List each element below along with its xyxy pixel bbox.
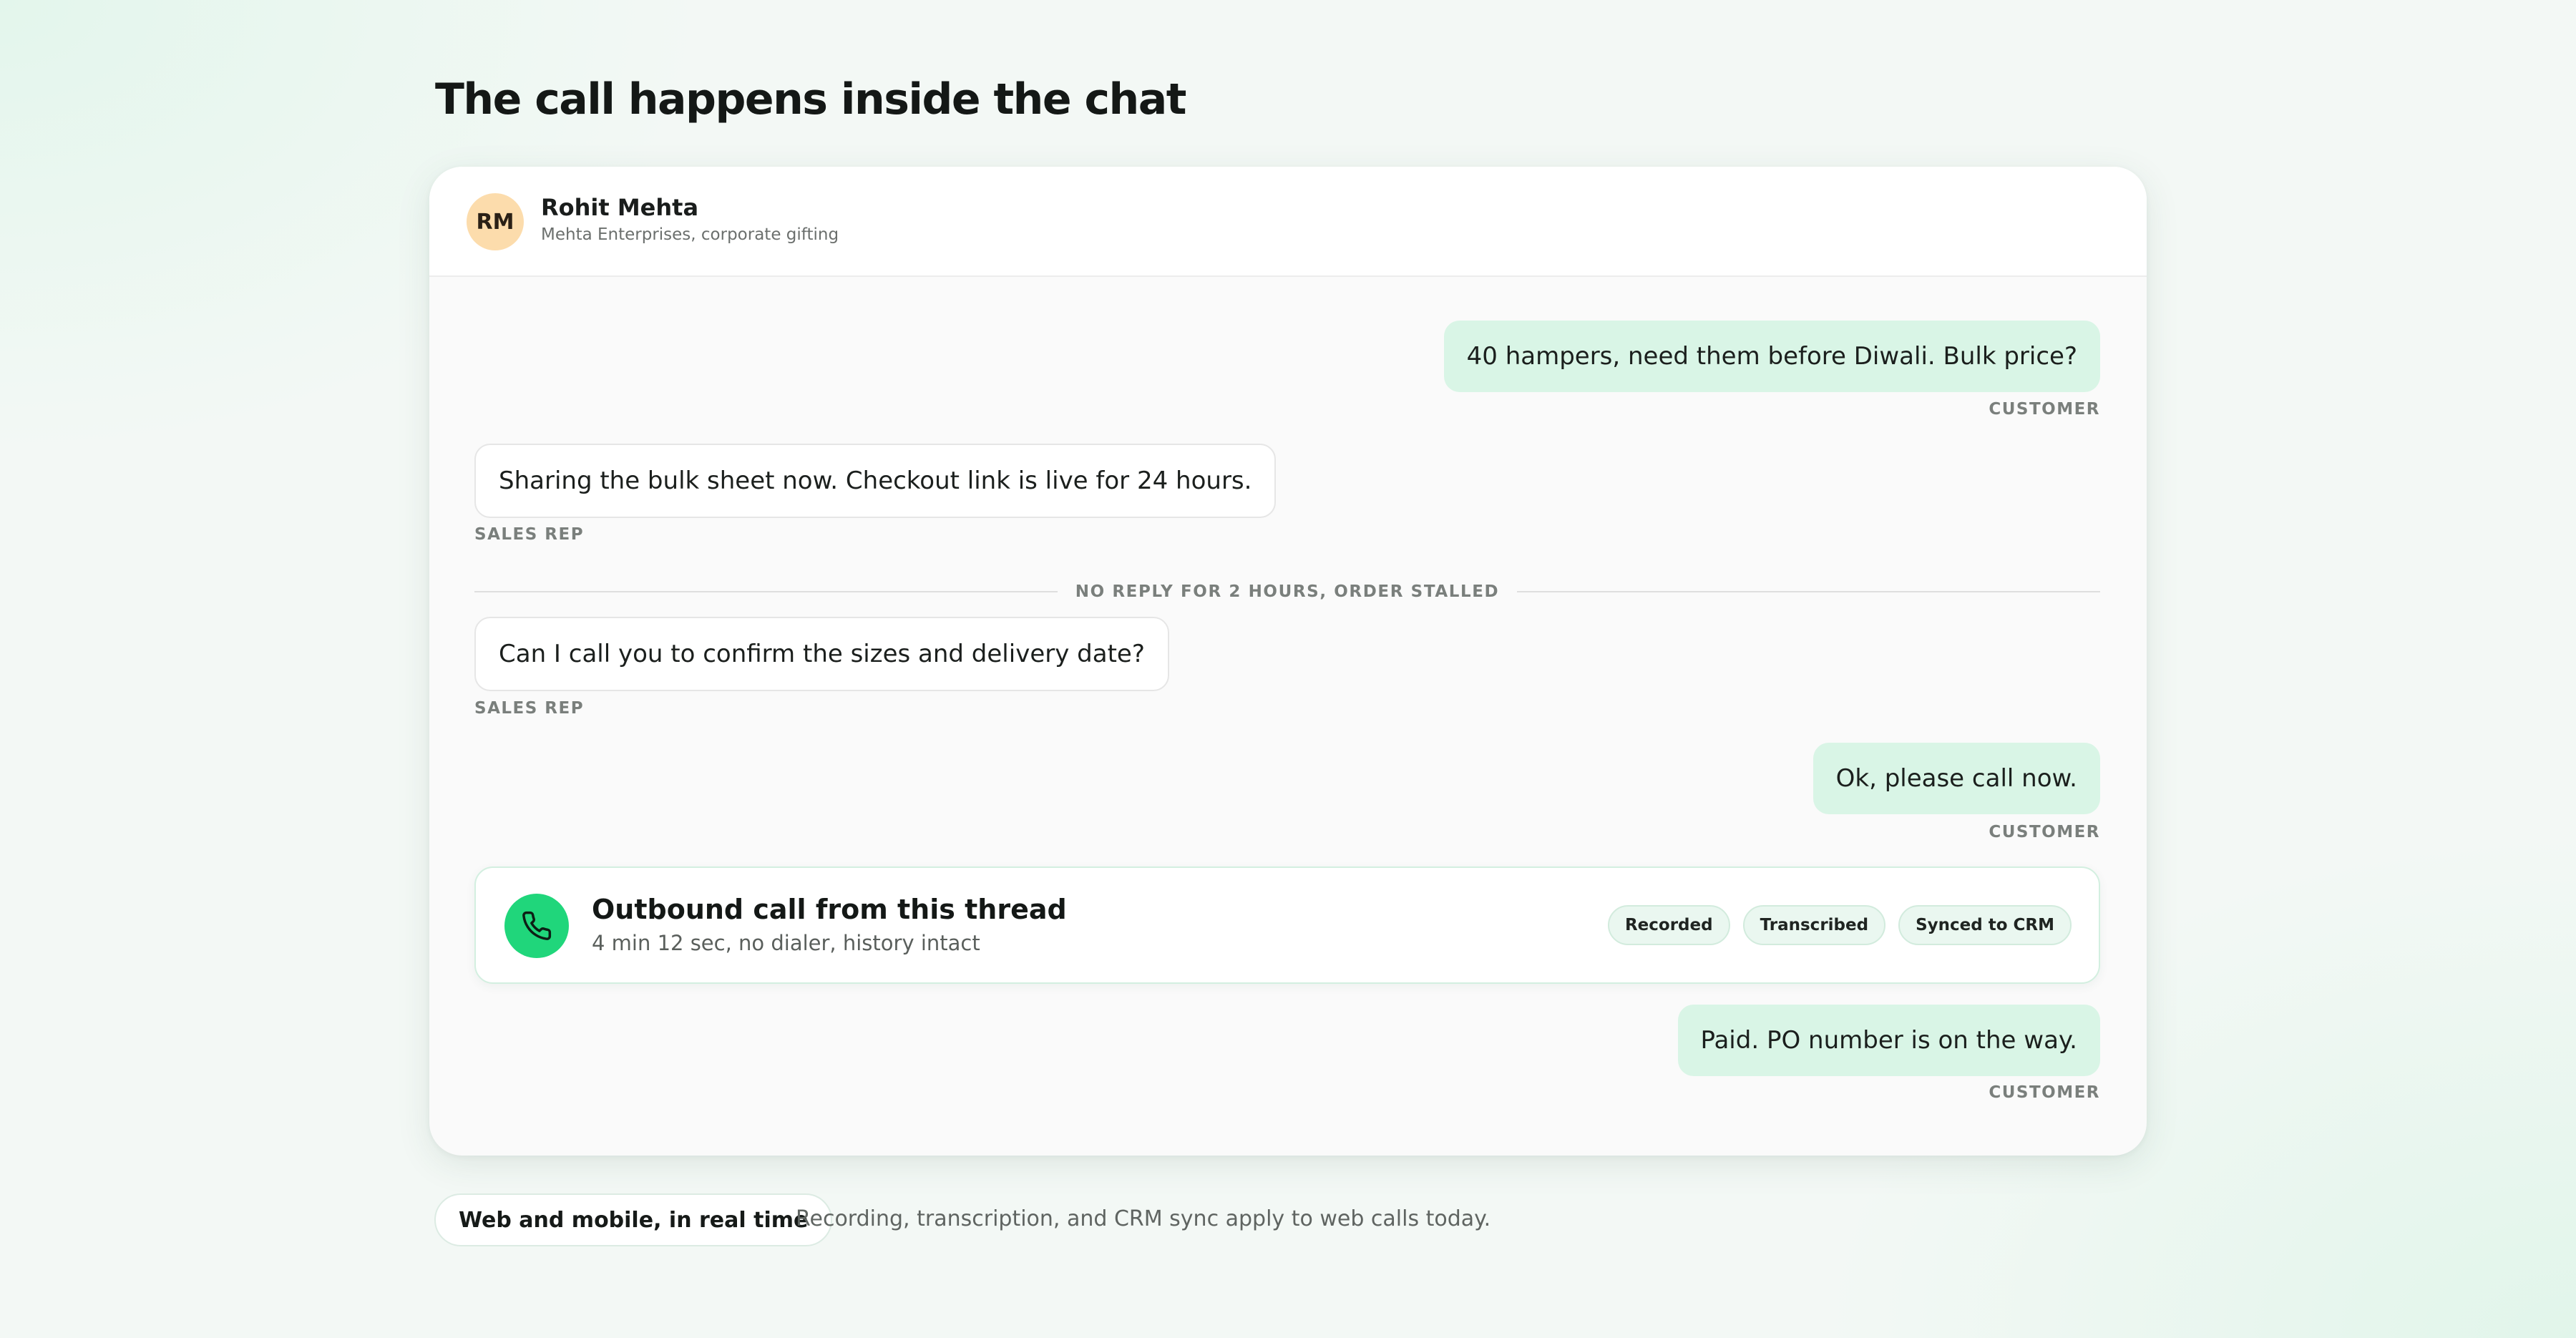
sender-label: CUSTOMER [1989, 823, 2100, 841]
sender-label: SALES REP [474, 699, 585, 718]
platform-pill: Web and mobile, in real time [434, 1193, 833, 1246]
divider-label: NO REPLY FOR 2 HOURS, ORDER STALLED [1075, 582, 1500, 601]
chat-header: RM Rohit Mehta Mehta Enterprises, corpor… [429, 167, 2147, 277]
call-title: Outbound call from this thread [592, 894, 1067, 925]
call-card[interactable]: Outbound call from this thread 4 min 12 … [474, 866, 2100, 984]
tag-synced-to-crm: Synced to CRM [1898, 905, 2072, 945]
tag-transcribed: Transcribed [1742, 905, 1886, 945]
divider-line [474, 591, 1058, 592]
sender-label: CUSTOMER [1989, 400, 2100, 419]
stall-divider: NO REPLY FOR 2 HOURS, ORDER STALLED [474, 581, 2101, 602]
sender-label: CUSTOMER [1989, 1083, 2100, 1102]
sender-label: SALES REP [474, 525, 585, 544]
avatar[interactable]: RM [467, 193, 524, 250]
customer-message[interactable]: 40 hampers, need them before Diwali. Bul… [1443, 321, 2100, 392]
call-subtitle: 4 min 12 sec, no dialer, history intact [592, 931, 980, 955]
rep-message[interactable]: Sharing the bulk sheet now. Checkout lin… [474, 444, 1277, 518]
contact-name: Rohit Mehta [541, 194, 699, 221]
customer-message[interactable]: Paid. PO number is on the way. [1677, 1005, 2100, 1076]
call-tags: Recorded Transcribed Synced to CRM [1607, 905, 2072, 945]
customer-message[interactable]: Ok, please call now. [1813, 743, 2100, 814]
phone-icon [504, 894, 569, 958]
footer-note: Recording, transcription, and CRM sync a… [796, 1206, 1491, 1231]
chat-panel: RM Rohit Mehta Mehta Enterprises, corpor… [429, 167, 2147, 1156]
tag-recorded: Recorded [1607, 905, 1730, 945]
page-title: The call happens inside the chat [435, 74, 1186, 124]
divider-line [1517, 591, 2101, 592]
contact-subtitle: Mehta Enterprises, corporate gifting [541, 225, 839, 244]
rep-message[interactable]: Can I call you to confirm the sizes and … [474, 617, 1169, 691]
